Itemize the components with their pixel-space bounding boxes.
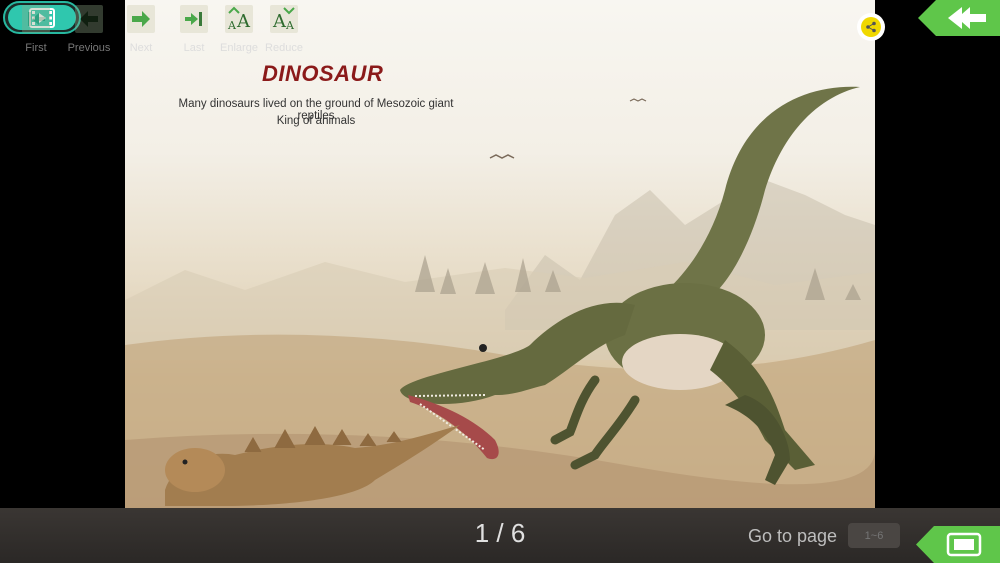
goto-page-label: Go to page — [748, 526, 838, 546]
svg-text:A: A — [227, 19, 237, 32]
svg-text:A: A — [272, 11, 287, 32]
arrow-left-icon — [75, 5, 103, 33]
page-counter: 1 / 6 — [474, 518, 526, 548]
page-subtitle-secondary: King of animals — [276, 115, 356, 127]
enlarge-button[interactable]: A A Enlarge — [215, 5, 263, 54]
reduce-button[interactable]: A A Reduce — [260, 5, 308, 54]
fullscreen-button[interactable] — [916, 526, 1000, 563]
svg-text:A: A — [236, 11, 251, 32]
previous-page-button[interactable]: Previous — [65, 5, 113, 54]
enlarge-text-icon: A A — [225, 5, 253, 33]
reduce-text-icon: A A — [270, 5, 298, 33]
next-page-button[interactable]: Next — [117, 5, 165, 54]
last-page-icon — [180, 5, 208, 33]
arrow-right-icon — [127, 5, 155, 33]
goto-page-input[interactable] — [848, 523, 900, 548]
last-page-button[interactable]: Last — [170, 5, 218, 54]
first-page-icon — [22, 5, 50, 33]
share-button[interactable] — [857, 13, 885, 41]
svg-text:A: A — [285, 19, 295, 32]
page-title: DINOSAUR — [262, 61, 384, 86]
first-page-button[interactable]: First — [12, 5, 60, 54]
dinosaur-illustration — [125, 86, 875, 508]
back-button[interactable] — [918, 0, 1000, 36]
share-icon — [866, 21, 876, 33]
book-page: DINOSAUR Many dinosaurs lived on the gro… — [125, 0, 875, 508]
